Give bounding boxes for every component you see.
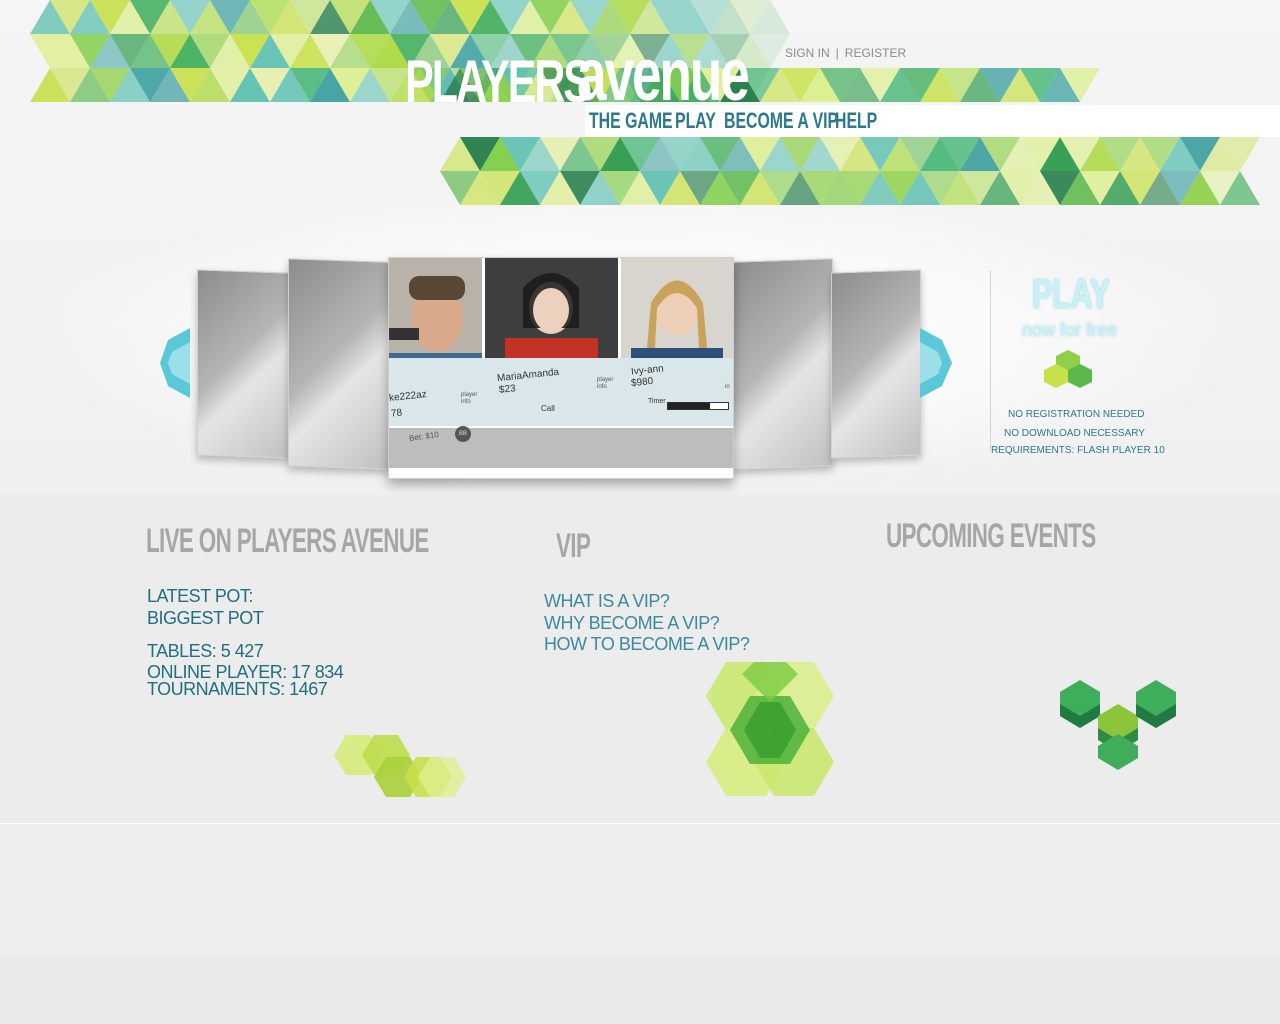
play-now-subtitle[interactable]: now for free [1022,320,1117,341]
vip-heading: VIP [556,527,591,565]
auth-links: SIGN IN | REGISTER [785,46,906,60]
logo-players-text: PLAYERS [405,48,592,115]
nav-become-vip[interactable]: BECOME A VIP [724,106,838,136]
events-heading: UPCOMING EVENTS [886,517,1096,555]
player-info-2[interactable]: player info [597,377,617,391]
promo-note-download: NO DOWNLOAD NECESSARY [1004,428,1145,439]
vip-link-why[interactable]: WHY BECOME A VIP? [544,613,720,634]
player-cam-3 [621,258,733,373]
table-area [389,428,733,468]
play-hex-icon[interactable] [1044,350,1092,394]
carousel-panel-far-right[interactable] [831,269,921,459]
biggest-pot: BIGGEST POT [147,608,264,628]
promo-divider [990,270,991,450]
player-cam-2 [485,258,618,373]
hex-cluster-vip-icon [706,662,834,796]
carousel-panel-right[interactable] [732,258,833,470]
nav-play[interactable]: PLAY [675,106,716,136]
game-carousel: ke222az 78 player info MariaAmanda $23 p… [160,250,960,490]
tournaments-count: TOURNAMENTS: 1467 [147,679,328,699]
carousel-prev-icon[interactable] [160,328,190,398]
live-heading: LIVE ON PLAYERS AVENUE [146,522,429,560]
player-money-2: $23 [498,383,517,396]
play-now-heading[interactable]: PLAY [1032,270,1110,318]
nav-the-game[interactable]: THE GAME [589,106,673,136]
timer-fill [668,403,710,409]
call-button[interactable]: Call [541,404,555,413]
vip-link-what[interactable]: WHAT IS A VIP? [544,591,670,612]
promo-note-registration: NO REGISTRATION NEEDED [1008,409,1145,420]
logo-avenue-text: avenue [577,33,750,116]
timer-label: Timer [648,398,666,405]
nav-help[interactable]: HELP [835,106,877,136]
player-info-strip [389,358,733,426]
hex-cluster-live-icon [334,735,466,797]
main-nav: THE GAME PLAY BECOME A VIP HELP [589,106,877,136]
carousel-panel-left[interactable] [288,258,390,470]
tables-count: TABLES: 5 427 [147,641,264,661]
promo-note-requirements: REQUIREMENTS: FLASH PLAYER 10 [991,445,1165,456]
carousel-panel-far-left[interactable] [197,269,290,459]
game-preview-card[interactable]: ke222az 78 player info MariaAmanda $23 p… [388,257,734,479]
player-money-3: $980 [630,375,654,390]
hex-cluster-events-icon [1060,680,1176,770]
footer-band [0,955,1280,1024]
latest-pot: LATEST POT: [147,586,253,606]
sign-in-link[interactable]: SIGN IN [785,46,830,60]
register-link[interactable]: REGISTER [845,46,906,60]
auth-separator: | [835,46,839,60]
timer-bar [667,402,729,410]
logo[interactable]: PLAYERS avenue [405,38,750,115]
player-info-3[interactable]: in [725,384,733,391]
player-money-1: 78 [390,407,403,420]
player-cam-1 [389,258,482,373]
chip-icon: BB [455,426,471,442]
player-info-1[interactable]: player info [461,392,481,406]
vip-link-how[interactable]: HOW TO BECOME A VIP? [544,634,750,655]
carousel-next-icon[interactable] [920,328,952,398]
